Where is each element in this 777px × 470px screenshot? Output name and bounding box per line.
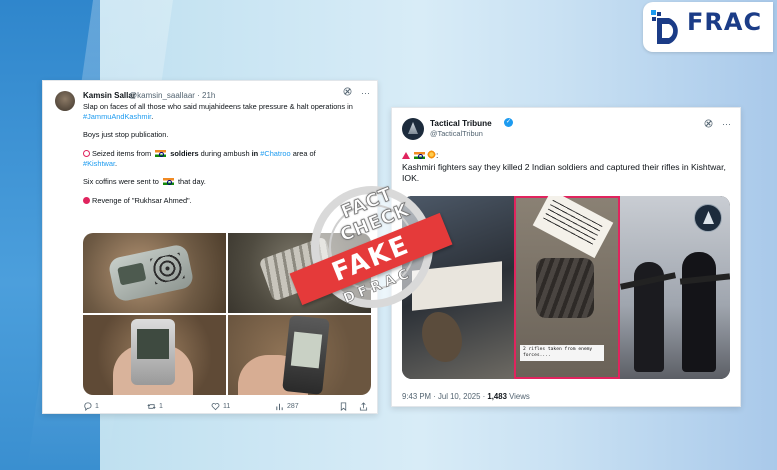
retweet-count: 1	[159, 403, 163, 410]
views-count: 287	[287, 403, 299, 410]
share-button[interactable]	[359, 402, 368, 411]
text: Six coffins were sent to	[83, 177, 161, 187]
author-handle[interactable]: @kamsin_saallaar · 21h	[129, 91, 215, 100]
tweet-actions: 1 1 11 287	[83, 402, 371, 414]
photo-rifle-magazine[interactable]: 2 rifles taken from enemy forces....	[514, 196, 620, 379]
text: .	[115, 158, 118, 168]
red-dot-emoji-icon	[83, 196, 90, 204]
bookmark-icon	[340, 402, 347, 411]
hashtag-link[interactable]: #Chatroo	[260, 149, 290, 158]
bookmark-button[interactable]	[339, 402, 348, 411]
red-circle-emoji-icon	[83, 149, 90, 157]
author-handle[interactable]: @TacticalTribun	[430, 129, 483, 138]
verified-badge-icon: ✓	[504, 118, 513, 127]
tweet-line-2: Boys just stop publication.	[83, 130, 169, 140]
share-icon	[359, 402, 368, 411]
photo-device-in-hand[interactable]	[228, 315, 371, 395]
views-label: Views	[506, 392, 530, 401]
hashtag-link[interactable]: #JammuAndKashmir	[83, 112, 151, 121]
text: in	[251, 148, 259, 158]
like-icon	[211, 403, 220, 411]
reply-button[interactable]: 1	[83, 402, 99, 411]
more-icon[interactable]: ···	[722, 119, 731, 129]
text: soldiers	[170, 148, 199, 158]
collision-emoji-icon	[427, 150, 436, 159]
grok-icon[interactable]	[343, 87, 352, 99]
text: area of	[290, 148, 316, 158]
text: .	[151, 111, 154, 121]
fact-check-stamp: FACT CHECK FAKE DFRAC	[286, 183, 456, 326]
reply-icon	[84, 402, 92, 411]
channel-badge-icon	[694, 204, 722, 232]
views-button[interactable]: 287	[275, 402, 299, 411]
text: Seized items from	[92, 148, 154, 158]
like-count: 11	[223, 403, 231, 410]
tweet-line-3: Seized items from soldiers during ambush…	[83, 149, 368, 168]
author-name[interactable]: Tactical Tribune	[430, 119, 492, 128]
india-flag-icon	[162, 178, 174, 186]
india-flag-icon	[414, 152, 425, 159]
grok-icon[interactable]	[704, 119, 713, 131]
emoji-row: :	[402, 150, 732, 162]
photo-gps-in-hand[interactable]	[83, 315, 226, 395]
more-icon[interactable]: ···	[361, 88, 370, 98]
avatar[interactable]	[55, 91, 75, 111]
hashtag-link[interactable]: #Kishtwar	[83, 159, 115, 168]
like-button[interactable]: 11	[211, 402, 230, 411]
reply-count: 1	[95, 403, 99, 410]
tweet-body: Kashmiri fighters say they killed 2 Indi…	[402, 161, 726, 184]
text: during ambush	[198, 148, 252, 158]
text: Revenge of "Rukhsar Ahmed".	[92, 195, 192, 205]
tweet-text: : Kashmiri fighters say they killed 2 In…	[402, 150, 732, 185]
photo-gps-on-ground[interactable]	[83, 233, 226, 313]
tweet-line-1: Slap on faces of all those who said muja…	[83, 102, 368, 121]
dfrac-logo: FRAC	[643, 2, 773, 52]
views-icon	[276, 403, 283, 411]
text: :	[436, 150, 439, 160]
logo-text: FRAC	[687, 8, 763, 36]
text: Slap on faces of all those who said muja…	[83, 102, 353, 111]
text: that day.	[175, 177, 206, 187]
dfrac-logo-icon	[651, 10, 678, 44]
warning-emoji-icon	[402, 152, 410, 159]
avatar[interactable]	[402, 118, 424, 140]
timestamp[interactable]: 9:43 PM · Jul 10, 2025 ·	[402, 392, 487, 401]
india-flag-icon	[155, 149, 167, 157]
tweet-meta: 9:43 PM · Jul 10, 2025 · 1,483 Views	[402, 392, 530, 401]
photo-armed-fighters[interactable]	[619, 196, 730, 379]
author-name[interactable]: Kamsin Sallar	[83, 91, 136, 100]
retweet-icon	[147, 404, 156, 409]
retweet-button[interactable]: 1	[147, 402, 163, 411]
views-count: 1,483	[487, 392, 507, 401]
photo-caption: 2 rifles taken from enemy forces....	[520, 345, 604, 362]
